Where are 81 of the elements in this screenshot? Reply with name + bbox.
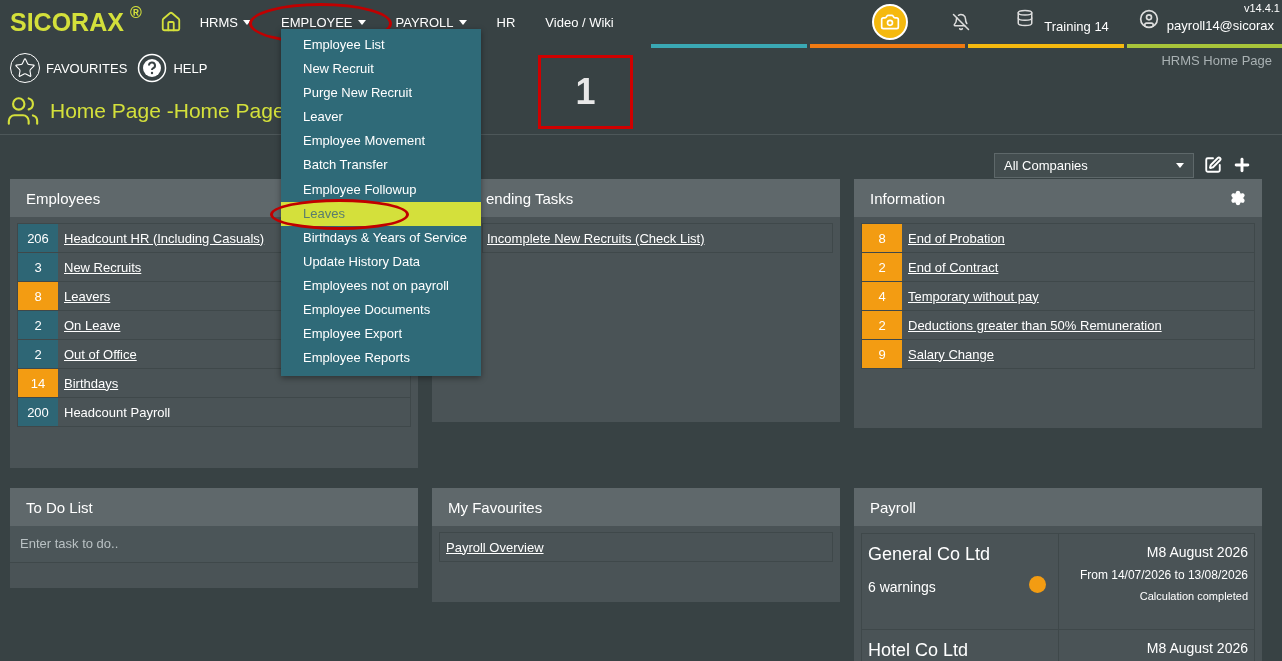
count-badge: 8 [862, 224, 902, 252]
payroll-card[interactable]: Hotel Co Ltd M8 August 2026 [861, 629, 1255, 661]
users-icon [6, 94, 40, 128]
count-badge: 2 [862, 253, 902, 281]
date-range: From 14/07/2026 to 13/08/2026 [1079, 568, 1248, 582]
camera-icon [880, 12, 901, 32]
panel-title: Payroll [854, 488, 1262, 526]
payroll-card[interactable]: General Co Ltd 6 warnings M8 August 2026 From 14/07/2026 to 13/08/2026 Calculation completed [861, 533, 1255, 630]
row-link[interactable]: Salary Change [908, 346, 994, 362]
list-row[interactable]: Incomplete New Recruits (Check List) [482, 223, 833, 253]
caret-icon [1176, 162, 1184, 168]
breadcrumb: HRMS Home Page [1161, 53, 1272, 68]
add-icon[interactable] [1232, 155, 1252, 175]
row-link[interactable]: Incomplete New Recruits (Check List) [487, 230, 705, 246]
row-link[interactable]: Deductions greater than 50% Remuneration [908, 317, 1162, 333]
count-badge: 200 [18, 398, 58, 426]
row-link[interactable]: Payroll Overview [446, 539, 544, 555]
row-link[interactable]: End of Contract [908, 259, 999, 275]
registered-mark: ® [129, 4, 142, 22]
menu-item[interactable]: Employee List [281, 33, 481, 58]
list-row[interactable]: 8 End of Probation [861, 223, 1255, 253]
count-badge: 2 [18, 340, 58, 368]
list-row[interactable]: 9 Salary Change [861, 339, 1255, 369]
row-label: Headcount Payroll [64, 404, 171, 420]
payroll-period: M8 August 2026 [1146, 640, 1248, 656]
row-link[interactable]: Leavers [64, 288, 111, 304]
count-badge: 2 [862, 311, 902, 339]
warning-count: 6 warnings [868, 579, 937, 595]
settings-icon[interactable] [1230, 190, 1246, 206]
count-badge: 3 [18, 253, 58, 281]
count-badge: 2 [18, 311, 58, 339]
company-name: Hotel Co Ltd [868, 640, 970, 661]
company-select[interactable]: All Companies [994, 152, 1194, 178]
panel-title-text: Information [870, 189, 946, 207]
nav-item[interactable]: Video / Wiki [545, 14, 614, 30]
row-link[interactable]: On Leave [64, 317, 121, 333]
help-link[interactable]: HELP [173, 60, 208, 76]
count-badge: 4 [862, 282, 902, 310]
nav-item[interactable]: HRMS [199, 14, 251, 30]
database-icon[interactable] [1016, 9, 1035, 27]
row-link[interactable]: Birthdays [64, 375, 119, 391]
version-label: v14.4.1 [1243, 2, 1280, 14]
menu-item[interactable]: Leaver [281, 105, 481, 130]
row-link[interactable]: Temporary without pay [908, 288, 1039, 304]
bell-off-icon[interactable] [952, 13, 971, 31]
user-icon[interactable] [1138, 9, 1159, 29]
list-row[interactable]: 2 Deductions greater than 50% Remuneration [861, 310, 1255, 340]
camera-button[interactable] [872, 4, 909, 40]
row-link[interactable]: End of Probation [908, 230, 1005, 246]
count-badge: 9 [862, 340, 902, 368]
row-link[interactable]: Out of Office [64, 346, 137, 362]
user-name[interactable]: payroll14@sicorax [1166, 17, 1274, 33]
menu-item[interactable]: Purge New Recruit [281, 81, 481, 106]
menu-item[interactable]: New Recruit [281, 57, 481, 82]
count-badge: 206 [18, 224, 58, 252]
nav-item[interactable]: EMPLOYEE [281, 14, 366, 30]
payroll-period: M8 August 2026 [1146, 544, 1248, 560]
row-link[interactable]: Headcount HR (Including Casuals) [64, 230, 265, 246]
help-icon[interactable] [137, 53, 168, 83]
favourites-link[interactable]: FAVOURITES [46, 60, 128, 76]
list-row[interactable]: 2 End of Contract [861, 252, 1255, 282]
company-name: General Co Ltd [868, 544, 992, 565]
list-row[interactable]: 4 Temporary without pay [861, 281, 1255, 311]
nav-item[interactable]: HR [496, 14, 516, 30]
list-row[interactable]: Payroll Overview [439, 532, 833, 562]
task-input[interactable]: Enter task to do.. [18, 530, 410, 556]
home-icon[interactable] [159, 11, 182, 33]
panel-title: To Do List [10, 488, 418, 526]
nav-item[interactable]: PAYROLL [395, 14, 467, 30]
count-badge: 14 [18, 369, 58, 397]
calculation-status: Calculation completed [1139, 590, 1248, 602]
edit-icon[interactable] [1204, 156, 1222, 174]
list-row[interactable]: 200 Headcount Payroll [17, 397, 411, 427]
menu-item[interactable]: Batch Transfer [281, 153, 481, 178]
panel-title: My Favourites [432, 488, 840, 526]
menu-item[interactable]: Employee Movement [281, 129, 481, 154]
annotation-number: 1 [575, 71, 596, 113]
count-badge: 8 [18, 282, 58, 310]
database-label[interactable]: Training 14 [1044, 18, 1109, 34]
logo: SICORAX [10, 7, 124, 37]
row-link[interactable]: New Recruits [64, 259, 142, 275]
